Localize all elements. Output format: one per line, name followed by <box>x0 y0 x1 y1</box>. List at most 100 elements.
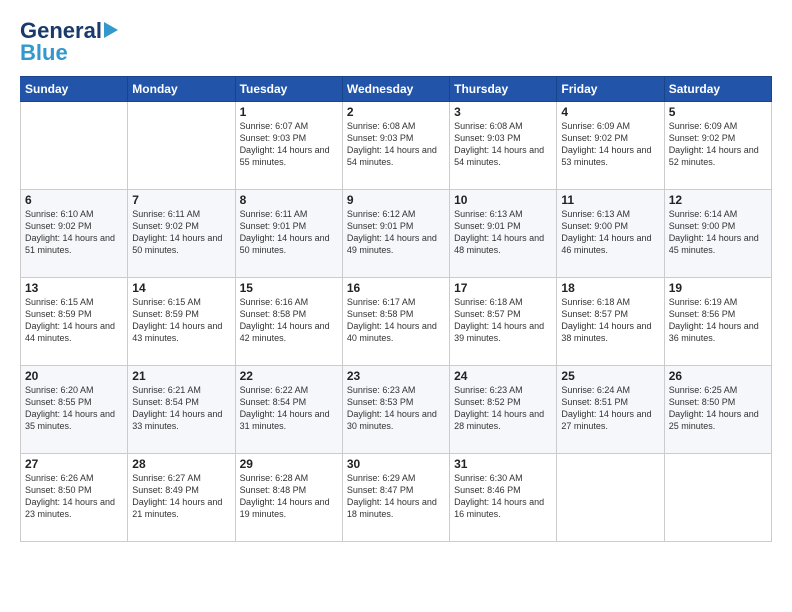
logo: General Blue <box>20 18 118 66</box>
day-number: 17 <box>454 281 552 295</box>
calendar-cell: 12Sunrise: 6:14 AM Sunset: 9:00 PM Dayli… <box>664 190 771 278</box>
calendar-cell: 16Sunrise: 6:17 AM Sunset: 8:58 PM Dayli… <box>342 278 449 366</box>
calendar-cell: 5Sunrise: 6:09 AM Sunset: 9:02 PM Daylig… <box>664 102 771 190</box>
day-info: Sunrise: 6:13 AM Sunset: 9:01 PM Dayligh… <box>454 208 552 257</box>
week-row-3: 13Sunrise: 6:15 AM Sunset: 8:59 PM Dayli… <box>21 278 772 366</box>
calendar-cell: 18Sunrise: 6:18 AM Sunset: 8:57 PM Dayli… <box>557 278 664 366</box>
day-number: 23 <box>347 369 445 383</box>
calendar-cell <box>557 454 664 542</box>
calendar-cell: 6Sunrise: 6:10 AM Sunset: 9:02 PM Daylig… <box>21 190 128 278</box>
weekday-header-monday: Monday <box>128 77 235 102</box>
day-info: Sunrise: 6:10 AM Sunset: 9:02 PM Dayligh… <box>25 208 123 257</box>
day-info: Sunrise: 6:21 AM Sunset: 8:54 PM Dayligh… <box>132 384 230 433</box>
day-number: 20 <box>25 369 123 383</box>
day-info: Sunrise: 6:23 AM Sunset: 8:53 PM Dayligh… <box>347 384 445 433</box>
day-number: 31 <box>454 457 552 471</box>
calendar-cell: 11Sunrise: 6:13 AM Sunset: 9:00 PM Dayli… <box>557 190 664 278</box>
calendar-cell: 2Sunrise: 6:08 AM Sunset: 9:03 PM Daylig… <box>342 102 449 190</box>
calendar-cell: 4Sunrise: 6:09 AM Sunset: 9:02 PM Daylig… <box>557 102 664 190</box>
day-info: Sunrise: 6:29 AM Sunset: 8:47 PM Dayligh… <box>347 472 445 521</box>
day-info: Sunrise: 6:16 AM Sunset: 8:58 PM Dayligh… <box>240 296 338 345</box>
day-number: 26 <box>669 369 767 383</box>
day-info: Sunrise: 6:15 AM Sunset: 8:59 PM Dayligh… <box>25 296 123 345</box>
week-row-1: 1Sunrise: 6:07 AM Sunset: 9:03 PM Daylig… <box>21 102 772 190</box>
day-number: 9 <box>347 193 445 207</box>
day-number: 10 <box>454 193 552 207</box>
calendar-cell: 19Sunrise: 6:19 AM Sunset: 8:56 PM Dayli… <box>664 278 771 366</box>
calendar-cell: 23Sunrise: 6:23 AM Sunset: 8:53 PM Dayli… <box>342 366 449 454</box>
day-info: Sunrise: 6:13 AM Sunset: 9:00 PM Dayligh… <box>561 208 659 257</box>
calendar-cell: 10Sunrise: 6:13 AM Sunset: 9:01 PM Dayli… <box>450 190 557 278</box>
day-info: Sunrise: 6:12 AM Sunset: 9:01 PM Dayligh… <box>347 208 445 257</box>
day-info: Sunrise: 6:09 AM Sunset: 9:02 PM Dayligh… <box>669 120 767 169</box>
calendar-cell: 7Sunrise: 6:11 AM Sunset: 9:02 PM Daylig… <box>128 190 235 278</box>
calendar-cell: 20Sunrise: 6:20 AM Sunset: 8:55 PM Dayli… <box>21 366 128 454</box>
calendar-cell: 13Sunrise: 6:15 AM Sunset: 8:59 PM Dayli… <box>21 278 128 366</box>
day-info: Sunrise: 6:18 AM Sunset: 8:57 PM Dayligh… <box>454 296 552 345</box>
day-number: 16 <box>347 281 445 295</box>
day-info: Sunrise: 6:07 AM Sunset: 9:03 PM Dayligh… <box>240 120 338 169</box>
day-number: 12 <box>669 193 767 207</box>
day-number: 4 <box>561 105 659 119</box>
day-info: Sunrise: 6:28 AM Sunset: 8:48 PM Dayligh… <box>240 472 338 521</box>
calendar-cell: 9Sunrise: 6:12 AM Sunset: 9:01 PM Daylig… <box>342 190 449 278</box>
calendar-cell: 22Sunrise: 6:22 AM Sunset: 8:54 PM Dayli… <box>235 366 342 454</box>
calendar-cell: 29Sunrise: 6:28 AM Sunset: 8:48 PM Dayli… <box>235 454 342 542</box>
day-info: Sunrise: 6:24 AM Sunset: 8:51 PM Dayligh… <box>561 384 659 433</box>
day-number: 18 <box>561 281 659 295</box>
day-info: Sunrise: 6:17 AM Sunset: 8:58 PM Dayligh… <box>347 296 445 345</box>
calendar-cell: 30Sunrise: 6:29 AM Sunset: 8:47 PM Dayli… <box>342 454 449 542</box>
day-info: Sunrise: 6:08 AM Sunset: 9:03 PM Dayligh… <box>347 120 445 169</box>
day-info: Sunrise: 6:11 AM Sunset: 9:01 PM Dayligh… <box>240 208 338 257</box>
week-row-2: 6Sunrise: 6:10 AM Sunset: 9:02 PM Daylig… <box>21 190 772 278</box>
week-row-5: 27Sunrise: 6:26 AM Sunset: 8:50 PM Dayli… <box>21 454 772 542</box>
day-info: Sunrise: 6:26 AM Sunset: 8:50 PM Dayligh… <box>25 472 123 521</box>
calendar-cell: 21Sunrise: 6:21 AM Sunset: 8:54 PM Dayli… <box>128 366 235 454</box>
calendar-table: SundayMondayTuesdayWednesdayThursdayFrid… <box>20 76 772 542</box>
weekday-header-row: SundayMondayTuesdayWednesdayThursdayFrid… <box>21 77 772 102</box>
day-number: 24 <box>454 369 552 383</box>
day-info: Sunrise: 6:19 AM Sunset: 8:56 PM Dayligh… <box>669 296 767 345</box>
logo-blue: Blue <box>20 40 68 66</box>
day-info: Sunrise: 6:23 AM Sunset: 8:52 PM Dayligh… <box>454 384 552 433</box>
calendar-cell: 14Sunrise: 6:15 AM Sunset: 8:59 PM Dayli… <box>128 278 235 366</box>
calendar-cell: 15Sunrise: 6:16 AM Sunset: 8:58 PM Dayli… <box>235 278 342 366</box>
weekday-header-thursday: Thursday <box>450 77 557 102</box>
page: General Blue SundayMondayTuesdayWednesda… <box>0 0 792 612</box>
weekday-header-sunday: Sunday <box>21 77 128 102</box>
calendar-cell: 24Sunrise: 6:23 AM Sunset: 8:52 PM Dayli… <box>450 366 557 454</box>
calendar-cell: 31Sunrise: 6:30 AM Sunset: 8:46 PM Dayli… <box>450 454 557 542</box>
day-info: Sunrise: 6:15 AM Sunset: 8:59 PM Dayligh… <box>132 296 230 345</box>
day-number: 1 <box>240 105 338 119</box>
day-number: 22 <box>240 369 338 383</box>
day-number: 25 <box>561 369 659 383</box>
day-info: Sunrise: 6:27 AM Sunset: 8:49 PM Dayligh… <box>132 472 230 521</box>
day-info: Sunrise: 6:22 AM Sunset: 8:54 PM Dayligh… <box>240 384 338 433</box>
calendar-cell <box>21 102 128 190</box>
day-info: Sunrise: 6:18 AM Sunset: 8:57 PM Dayligh… <box>561 296 659 345</box>
week-row-4: 20Sunrise: 6:20 AM Sunset: 8:55 PM Dayli… <box>21 366 772 454</box>
day-info: Sunrise: 6:25 AM Sunset: 8:50 PM Dayligh… <box>669 384 767 433</box>
day-number: 11 <box>561 193 659 207</box>
calendar-cell: 27Sunrise: 6:26 AM Sunset: 8:50 PM Dayli… <box>21 454 128 542</box>
logo-arrow-icon <box>104 22 118 38</box>
calendar-cell: 17Sunrise: 6:18 AM Sunset: 8:57 PM Dayli… <box>450 278 557 366</box>
calendar-cell: 26Sunrise: 6:25 AM Sunset: 8:50 PM Dayli… <box>664 366 771 454</box>
calendar-cell: 3Sunrise: 6:08 AM Sunset: 9:03 PM Daylig… <box>450 102 557 190</box>
day-number: 6 <box>25 193 123 207</box>
day-number: 30 <box>347 457 445 471</box>
day-number: 14 <box>132 281 230 295</box>
day-number: 7 <box>132 193 230 207</box>
day-info: Sunrise: 6:11 AM Sunset: 9:02 PM Dayligh… <box>132 208 230 257</box>
calendar-cell <box>664 454 771 542</box>
day-info: Sunrise: 6:08 AM Sunset: 9:03 PM Dayligh… <box>454 120 552 169</box>
calendar-cell: 28Sunrise: 6:27 AM Sunset: 8:49 PM Dayli… <box>128 454 235 542</box>
day-number: 21 <box>132 369 230 383</box>
header: General Blue <box>20 18 772 66</box>
calendar-cell: 1Sunrise: 6:07 AM Sunset: 9:03 PM Daylig… <box>235 102 342 190</box>
day-info: Sunrise: 6:09 AM Sunset: 9:02 PM Dayligh… <box>561 120 659 169</box>
calendar-cell <box>128 102 235 190</box>
day-info: Sunrise: 6:14 AM Sunset: 9:00 PM Dayligh… <box>669 208 767 257</box>
weekday-header-tuesday: Tuesday <box>235 77 342 102</box>
day-number: 13 <box>25 281 123 295</box>
